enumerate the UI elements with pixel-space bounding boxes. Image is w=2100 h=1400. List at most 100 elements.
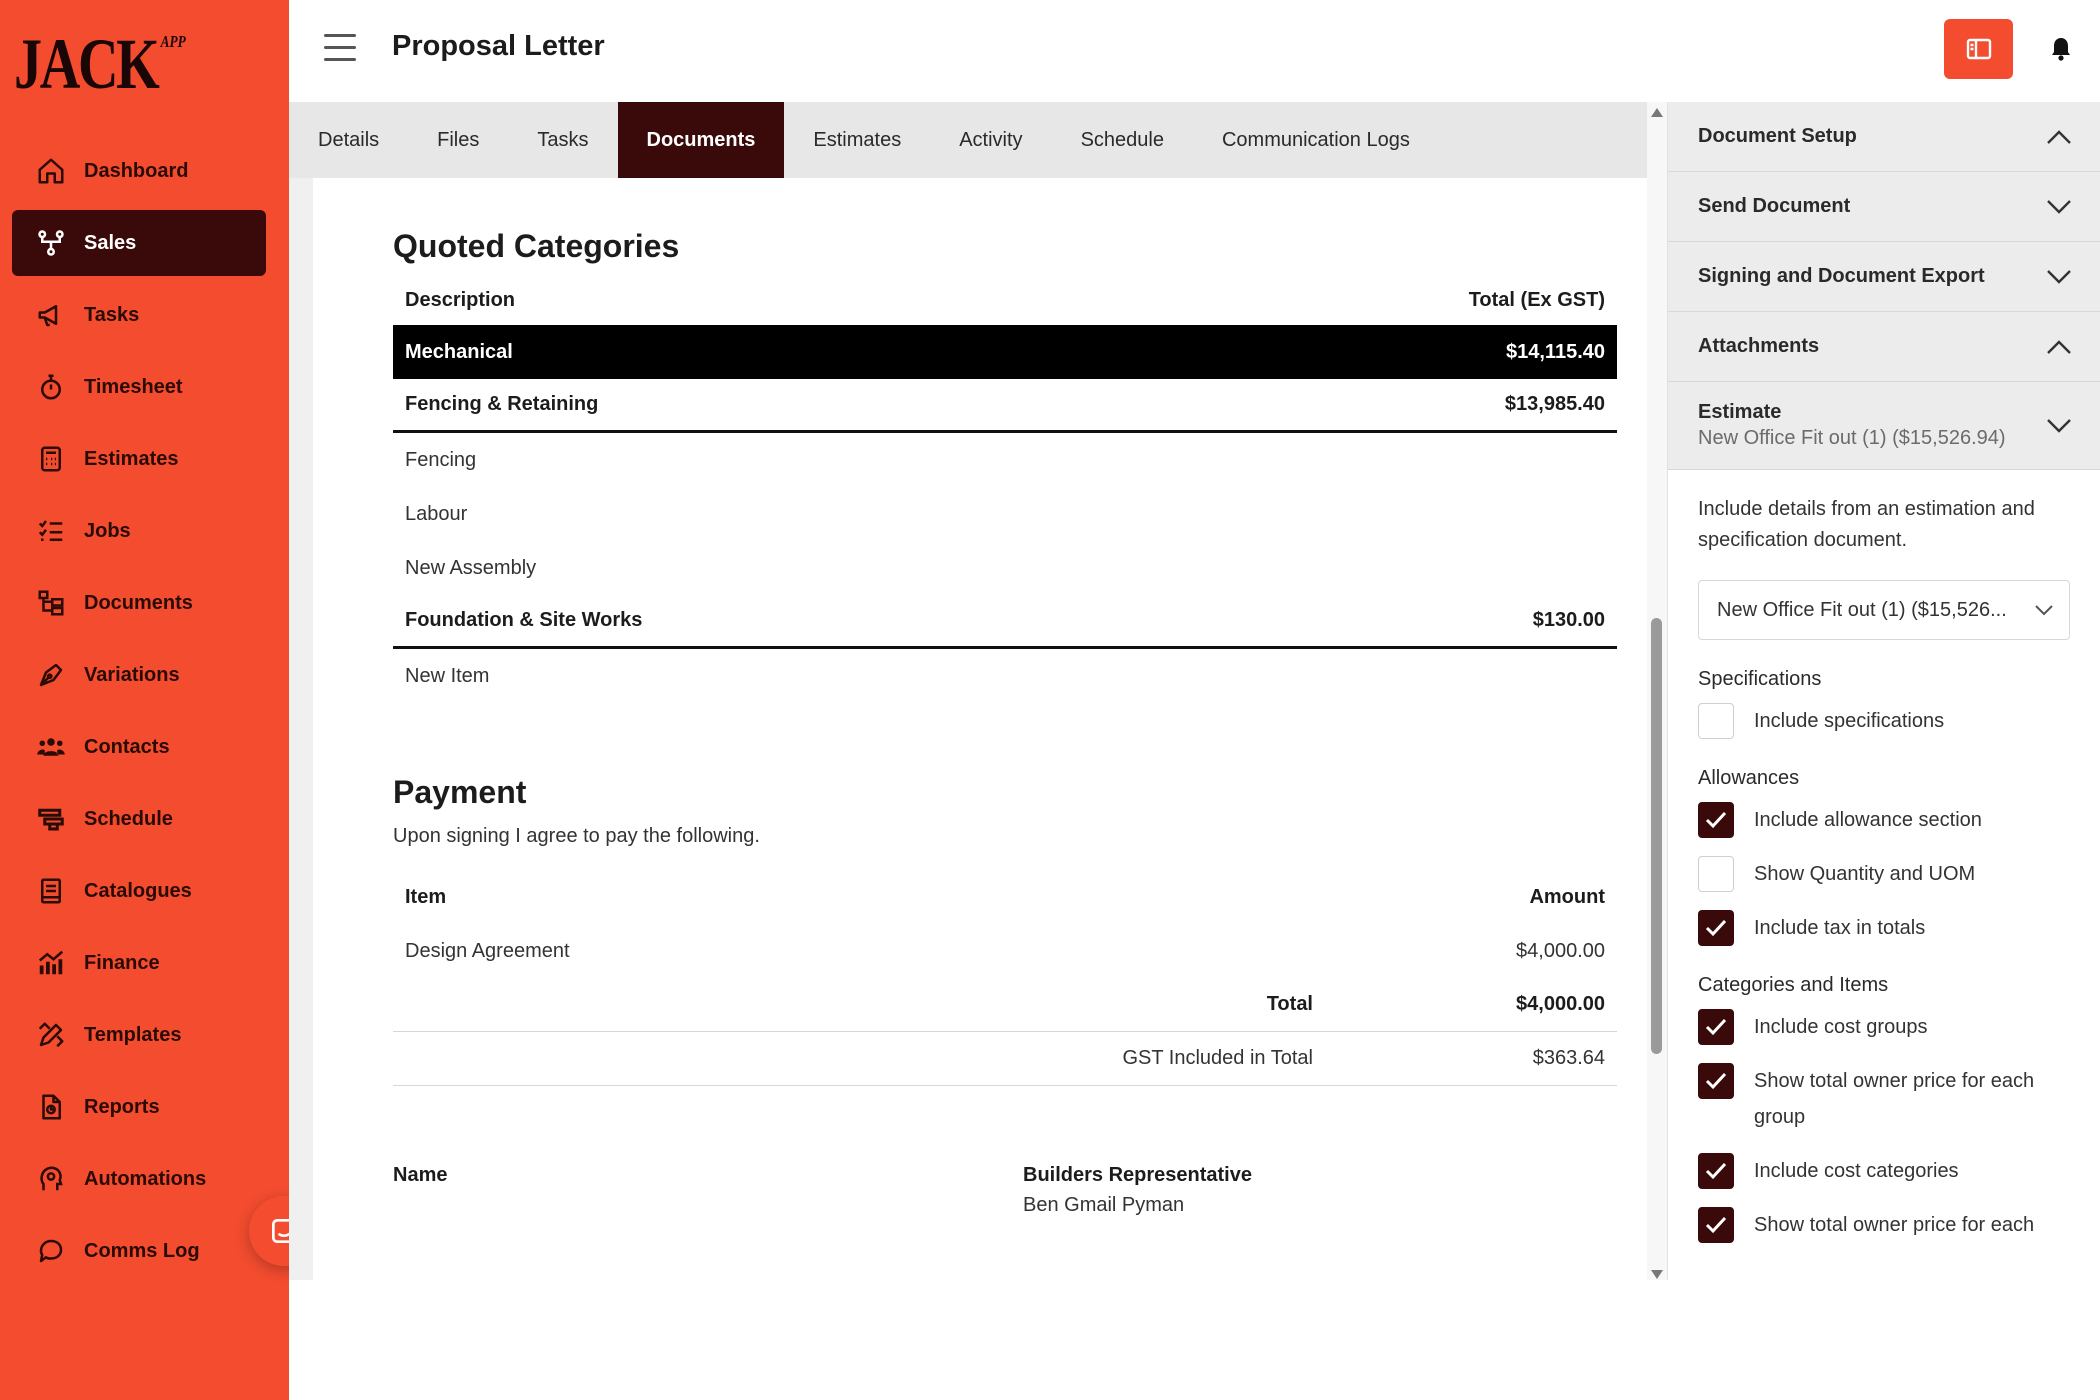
builders-rep-name: Ben Gmail Pyman — [1023, 1194, 1185, 1216]
sidebar-item-contacts[interactable]: Contacts — [12, 714, 266, 780]
tab-details[interactable]: Details — [289, 102, 408, 178]
category-row: Mechanical $14,115.40 — [393, 325, 1617, 379]
checkbox-include-tax-in-totals[interactable]: Include tax in totals — [1698, 910, 2070, 946]
folder-tree-icon — [38, 590, 64, 616]
sidebar-item-schedule[interactable]: Schedule — [12, 786, 266, 852]
hamburger-menu-icon[interactable] — [324, 34, 356, 62]
checkbox[interactable] — [1698, 703, 1734, 739]
sidebar-item-label: Estimates — [84, 447, 179, 470]
payment-gst-row: GST Included in Total $363.64 — [393, 1032, 1617, 1086]
tab-estimates[interactable]: Estimates — [784, 102, 930, 178]
sidebar-item-label: Timesheet — [84, 375, 183, 398]
sidebar-item-automations[interactable]: Automations — [12, 1146, 266, 1212]
sidebar-item-templates[interactable]: Templates — [12, 1002, 266, 1068]
sidebar-item-reports[interactable]: Reports — [12, 1074, 266, 1140]
settings-panel: Document Setup Send Document Signing and… — [1667, 102, 2100, 1280]
checkbox-show-total-owner-price-group[interactable]: Show total owner price for each group — [1698, 1063, 2070, 1135]
quoted-categories-section: Quoted Categories Description Total (Ex … — [393, 228, 1617, 703]
categories-items-heading: Categories and Items — [1698, 974, 1889, 996]
sidebar-item-label: Variations — [84, 663, 180, 686]
tab-documents[interactable]: Documents — [617, 102, 785, 178]
checkbox-include-cost-categories[interactable]: Include cost categories — [1698, 1153, 2070, 1189]
category-item-row: Labour — [405, 502, 468, 525]
sidebar-item-label: Jobs — [84, 519, 131, 542]
sidebar-item-label: Tasks — [84, 303, 140, 326]
sidebar-item-label: Finance — [84, 951, 160, 974]
report-icon — [42, 1094, 61, 1120]
checkbox-checked[interactable] — [1698, 1063, 1734, 1099]
estimate-settings-body: Include details from an estimation and s… — [1668, 470, 2100, 1243]
chart-icon — [38, 950, 64, 975]
payment-heading: Payment — [393, 774, 527, 810]
sidebar-item-documents[interactable]: Documents — [12, 570, 266, 636]
estimate-select[interactable]: New Office Fit out (1) ($15,526... — [1698, 580, 2070, 640]
top-header: Proposal Letter — [289, 0, 2100, 100]
quoted-categories-heading: Quoted Categories — [393, 228, 680, 264]
checkbox-include-cost-groups[interactable]: Include cost groups — [1698, 1009, 2070, 1045]
tab-activity[interactable]: Activity — [930, 102, 1051, 178]
page-title: Proposal Letter — [392, 30, 605, 62]
category-item-row: Fencing — [405, 448, 477, 471]
accordion-document-setup[interactable]: Document Setup — [1668, 102, 2100, 172]
checkbox-checked[interactable] — [1698, 802, 1734, 838]
sidebar-item-jobs[interactable]: Jobs — [12, 498, 266, 564]
checkbox-show-total-owner-price-category[interactable]: Show total owner price for each — [1698, 1207, 2070, 1243]
sidebar-item-catalogues[interactable]: Catalogues — [12, 858, 266, 924]
checklist-icon — [38, 520, 63, 541]
scroll-up-icon[interactable] — [1651, 108, 1663, 117]
checkbox-show-quantity-uom[interactable]: Show Quantity and UOM — [1698, 856, 2070, 892]
sidebar-item-variations[interactable]: Variations — [12, 642, 266, 708]
tab-schedule[interactable]: Schedule — [1052, 102, 1193, 178]
chevron-down-icon — [2047, 269, 2071, 284]
stopwatch-icon — [41, 374, 61, 400]
chevron-down-icon — [2047, 418, 2071, 433]
checkbox-checked[interactable] — [1698, 1153, 1734, 1189]
toggle-panel-button[interactable] — [1944, 19, 2013, 79]
checkbox-include-specifications[interactable]: Include specifications — [1698, 703, 2070, 739]
ruler-pencil-icon — [38, 1022, 64, 1048]
sidebar: JACK APP Dashboard Sales Tasks Timesheet … — [0, 0, 289, 1400]
pen-nib-icon — [39, 663, 63, 687]
estimate-description: Include details from an estimation and s… — [1698, 498, 2035, 551]
notifications-button[interactable] — [2031, 19, 2091, 79]
category-item-row: New Assembly — [405, 556, 537, 579]
sidebar-item-timesheet[interactable]: Timesheet — [12, 354, 266, 420]
sidebar-item-comms-log[interactable]: Comms Log — [12, 1218, 266, 1284]
sidebar-item-label: Schedule — [84, 807, 173, 830]
app-logo[interactable]: JACK APP — [14, 28, 186, 100]
check-icon — [1705, 1216, 1727, 1234]
payment-intro: Upon signing I agree to pay the followin… — [393, 825, 760, 847]
accordion-send-document[interactable]: Send Document — [1668, 172, 2100, 242]
tab-files[interactable]: Files — [408, 102, 508, 178]
scrollbar-thumb[interactable] — [1651, 618, 1662, 1054]
sitemap-icon — [38, 230, 64, 256]
sidebar-item-finance[interactable]: Finance — [12, 930, 266, 996]
checkbox-checked[interactable] — [1698, 910, 1734, 946]
checkbox-include-allowance-section[interactable]: Include allowance section — [1698, 802, 2070, 838]
sidebar-item-label: Dashboard — [84, 159, 189, 182]
people-icon — [37, 738, 65, 756]
sidebar-item-sales[interactable]: Sales — [12, 210, 266, 276]
accordion-signing-export[interactable]: Signing and Document Export — [1668, 242, 2100, 312]
specifications-heading: Specifications — [1698, 668, 1822, 690]
accordion-estimate[interactable]: Estimate New Office Fit out (1) ($15,526… — [1668, 382, 2100, 470]
sidebar-item-label: Sales — [84, 231, 137, 254]
check-icon — [1705, 1162, 1727, 1180]
sidebar-item-estimates[interactable]: Estimates — [12, 426, 266, 492]
home-icon — [38, 158, 64, 184]
tab-tasks[interactable]: Tasks — [508, 102, 617, 178]
tab-bar: Details Files Tasks Documents Estimates … — [289, 102, 1647, 178]
sidebar-item-tasks[interactable]: Tasks — [12, 282, 266, 348]
tab-communication-logs[interactable]: Communication Logs — [1193, 102, 1439, 178]
accordion-attachments[interactable]: Attachments — [1668, 312, 2100, 382]
check-icon — [1705, 811, 1727, 829]
payment-section: Payment Upon signing I agree to pay the … — [393, 774, 1617, 1086]
sidebar-item-label: Reports — [84, 1095, 160, 1118]
checkbox[interactable] — [1698, 856, 1734, 892]
sidebar-item-dashboard[interactable]: Dashboard — [12, 138, 266, 204]
sidebar-nav: Dashboard Sales Tasks Timesheet Estimate… — [12, 138, 266, 1290]
calculator-icon — [41, 446, 61, 472]
checkbox-checked[interactable] — [1698, 1207, 1734, 1243]
checkbox-checked[interactable] — [1698, 1009, 1734, 1045]
scroll-down-icon[interactable] — [1651, 1270, 1663, 1279]
